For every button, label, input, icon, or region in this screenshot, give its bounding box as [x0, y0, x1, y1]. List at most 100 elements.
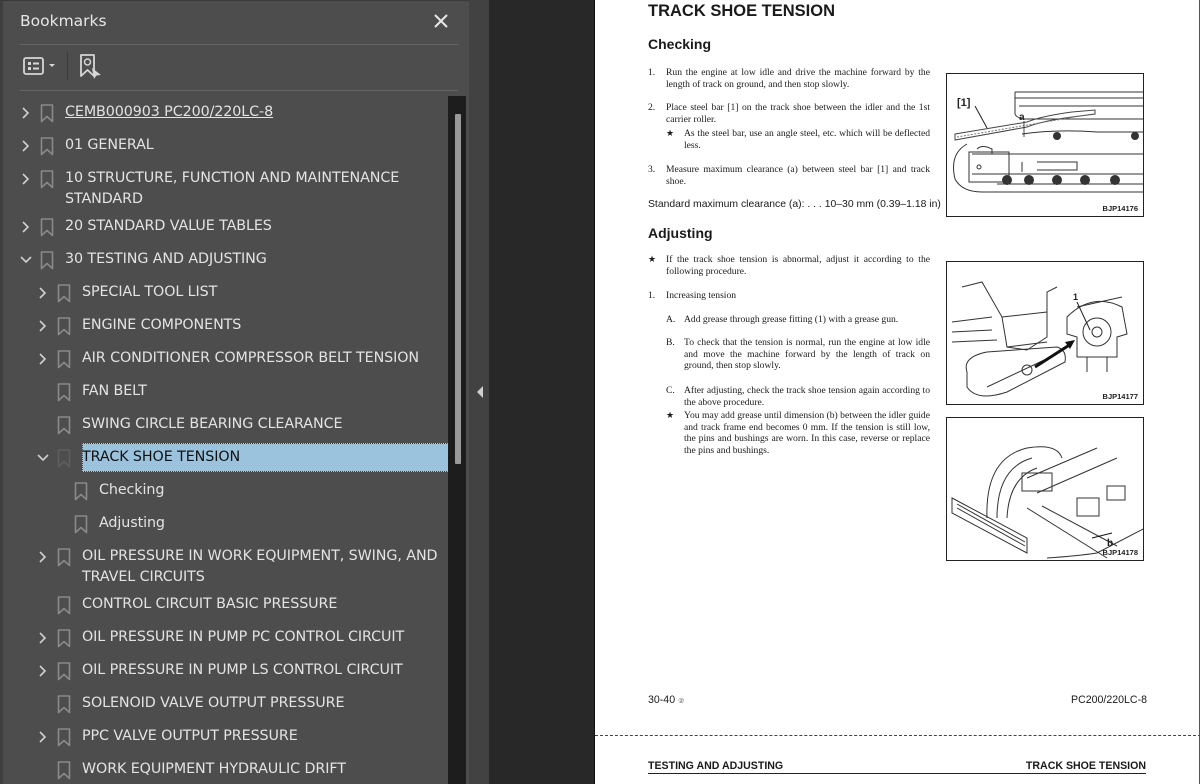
chevron-down-icon[interactable] [19, 253, 33, 267]
checking-step-3: 3. Measure maximum clearance (a) between… [648, 164, 930, 187]
next-page-header-right: TRACK SHOE TENSION [1025, 760, 1146, 772]
note-text: As the steel bar, use an angle steel, et… [684, 128, 930, 151]
bookmark-icon [57, 449, 71, 468]
figure-grease-fitting: 1 BJP14177 [946, 261, 1144, 405]
figure-label: [1] [957, 97, 971, 109]
bookmark-options-button[interactable] [22, 54, 62, 80]
figure-caption: BJP14177 [1102, 392, 1138, 401]
standard-clearance: Standard maximum clearance (a): . . . 10… [648, 199, 941, 210]
note-text: If the track shoe tension is abnormal, a… [666, 254, 930, 277]
bookmark-icon [40, 104, 54, 123]
section-heading-checking: Checking [648, 36, 712, 52]
chevron-right-icon[interactable] [36, 352, 50, 366]
bookmark-label: TRACK SHOE TENSION [82, 443, 449, 472]
chevron-right-icon[interactable] [36, 319, 50, 333]
page-number: 30-40 [648, 694, 676, 706]
adjusting-substep-b: B. To check that the tension is normal, … [666, 337, 930, 372]
list-options-icon [23, 57, 55, 75]
bookmark-label: CONTROL CIRCUIT BASIC PRESSURE [82, 596, 338, 612]
step-number: C. [666, 385, 675, 396]
collapse-panel-button[interactable] [475, 385, 485, 399]
bookmark-label: SPECIAL TOOL LIST [82, 284, 218, 300]
divider [20, 90, 458, 91]
bookmark-label: WORK EQUIPMENT HYDRAULIC DRIFT [82, 761, 346, 777]
bookmark-label: FAN BELT [82, 383, 147, 399]
bookmark-icon [57, 383, 71, 402]
adjusting-note: ★ If the track shoe tension is abnormal,… [648, 254, 930, 277]
bookmark-icon [57, 284, 71, 303]
step-number: 3. [648, 164, 656, 175]
star-icon: ★ [666, 410, 675, 420]
bookmark-icon [57, 728, 71, 747]
figure-idler-dimension: b BJP14178 [946, 417, 1144, 561]
bookmark-label: Checking [99, 482, 165, 498]
divider [20, 44, 458, 45]
bookmark-label: OIL PRESSURE IN PUMP PC CONTROL CIRCUIT [82, 629, 405, 645]
page-footer-left: 30-40 ② [648, 694, 684, 706]
find-current-bookmark-button[interactable] [78, 52, 104, 82]
panel-title: Bookmarks [20, 12, 107, 30]
checking-note: ★ As the steel bar, use an angle steel, … [666, 128, 930, 151]
step-text: Place steel bar [1] on the track shoe be… [666, 102, 930, 125]
close-panel-button[interactable] [429, 9, 453, 33]
adjusting-note-2: ★ You may add grease until dimension (b)… [666, 410, 930, 456]
section-heading-adjusting: Adjusting [648, 225, 713, 241]
checking-step-1: 1. Run the engine at low idle and drive … [648, 67, 930, 90]
next-page-header: TESTING AND ADJUSTING TRACK SHOE TENSION [648, 760, 1146, 774]
chevron-right-icon[interactable] [19, 106, 33, 120]
next-page-header-left: TESTING AND ADJUSTING [648, 760, 784, 772]
step-number: 2. [648, 102, 656, 113]
bookmark-icon [57, 662, 71, 681]
chevron-right-icon[interactable] [19, 172, 33, 186]
adjusting-step-1: 1. Increasing tension [648, 290, 930, 302]
bookmark-label: 20 STANDARD VALUE TABLES [65, 218, 272, 234]
bookmark-label: 01 GENERAL [65, 137, 154, 153]
chevron-right-icon[interactable] [36, 730, 50, 744]
bookmark-icon [40, 137, 54, 156]
figure-label: 1 [1073, 292, 1078, 302]
bookmark-icon [74, 515, 88, 534]
adjusting-substep-a: A. Add grease through grease fitting (1)… [666, 314, 930, 326]
chevron-right-icon[interactable] [19, 220, 33, 234]
bookmark-icon [57, 695, 71, 714]
bookmark-label: AIR CONDITIONER COMPRESSOR BELT TENSION [82, 350, 419, 366]
idler-illustration: b [951, 446, 1143, 559]
figure-label: a [1019, 112, 1025, 123]
bookmark-icon [40, 170, 54, 189]
chevron-right-icon[interactable] [36, 664, 50, 678]
bookmark-label: 30 TESTING AND ADJUSTING [65, 251, 267, 267]
adjusting-substep-c: C. After adjusting, check the track shoe… [666, 385, 930, 408]
bookmark-icon [57, 416, 71, 435]
chevron-right-icon[interactable] [36, 286, 50, 300]
chevron-right-icon[interactable] [19, 139, 33, 153]
step-text: Add grease through grease fitting (1) wi… [684, 314, 899, 325]
bookmark-icon [57, 629, 71, 648]
excavator-illustration: 1 [951, 281, 1128, 397]
bookmark-label: Adjusting [99, 515, 165, 531]
chevron-down-icon[interactable] [36, 451, 50, 465]
step-number: 1. [648, 67, 656, 78]
page-break [595, 735, 1200, 736]
scrollbar-thumb[interactable] [455, 114, 461, 464]
bookmark-icon [57, 350, 71, 369]
bookmark-label: OIL PRESSURE IN PUMP LS CONTROL CIRCUIT [82, 662, 403, 678]
track-illustration: [1] a [953, 91, 1143, 193]
bookmark-icon [40, 218, 54, 237]
step-number: 1. [648, 290, 656, 301]
chevron-right-icon[interactable] [36, 631, 50, 645]
bookmark-tree: CEMB000903 PC200/220LC-8 01 GENERAL 10 STR… [3, 96, 449, 784]
bookmarks-panel: Bookmarks CEMB000903 PC200/220LC-8 01 GEN… [0, 0, 469, 784]
document-page: TRACK SHOE TENSION Checking 1. Run the e… [594, 0, 1200, 784]
chevron-right-icon[interactable] [36, 550, 50, 564]
triangle-left-icon [477, 386, 483, 398]
bookmark-label: 10 STRUCTURE, FUNCTION AND MAINTENANCE S… [65, 170, 400, 207]
bookmark-icon [57, 317, 71, 336]
step-text: Run the engine at low idle and drive the… [666, 67, 930, 90]
step-text: Increasing tension [666, 290, 737, 301]
figure-steel-bar-clearance: [1] a BJP14176 [946, 73, 1144, 217]
bookmark-label: SWING CIRCLE BEARING CLEARANCE [82, 416, 343, 432]
figure-caption: BJP14178 [1102, 548, 1138, 557]
find-current-bookmark-icon [80, 54, 101, 79]
step-number: A. [666, 314, 676, 325]
page-title: TRACK SHOE TENSION [648, 2, 836, 20]
